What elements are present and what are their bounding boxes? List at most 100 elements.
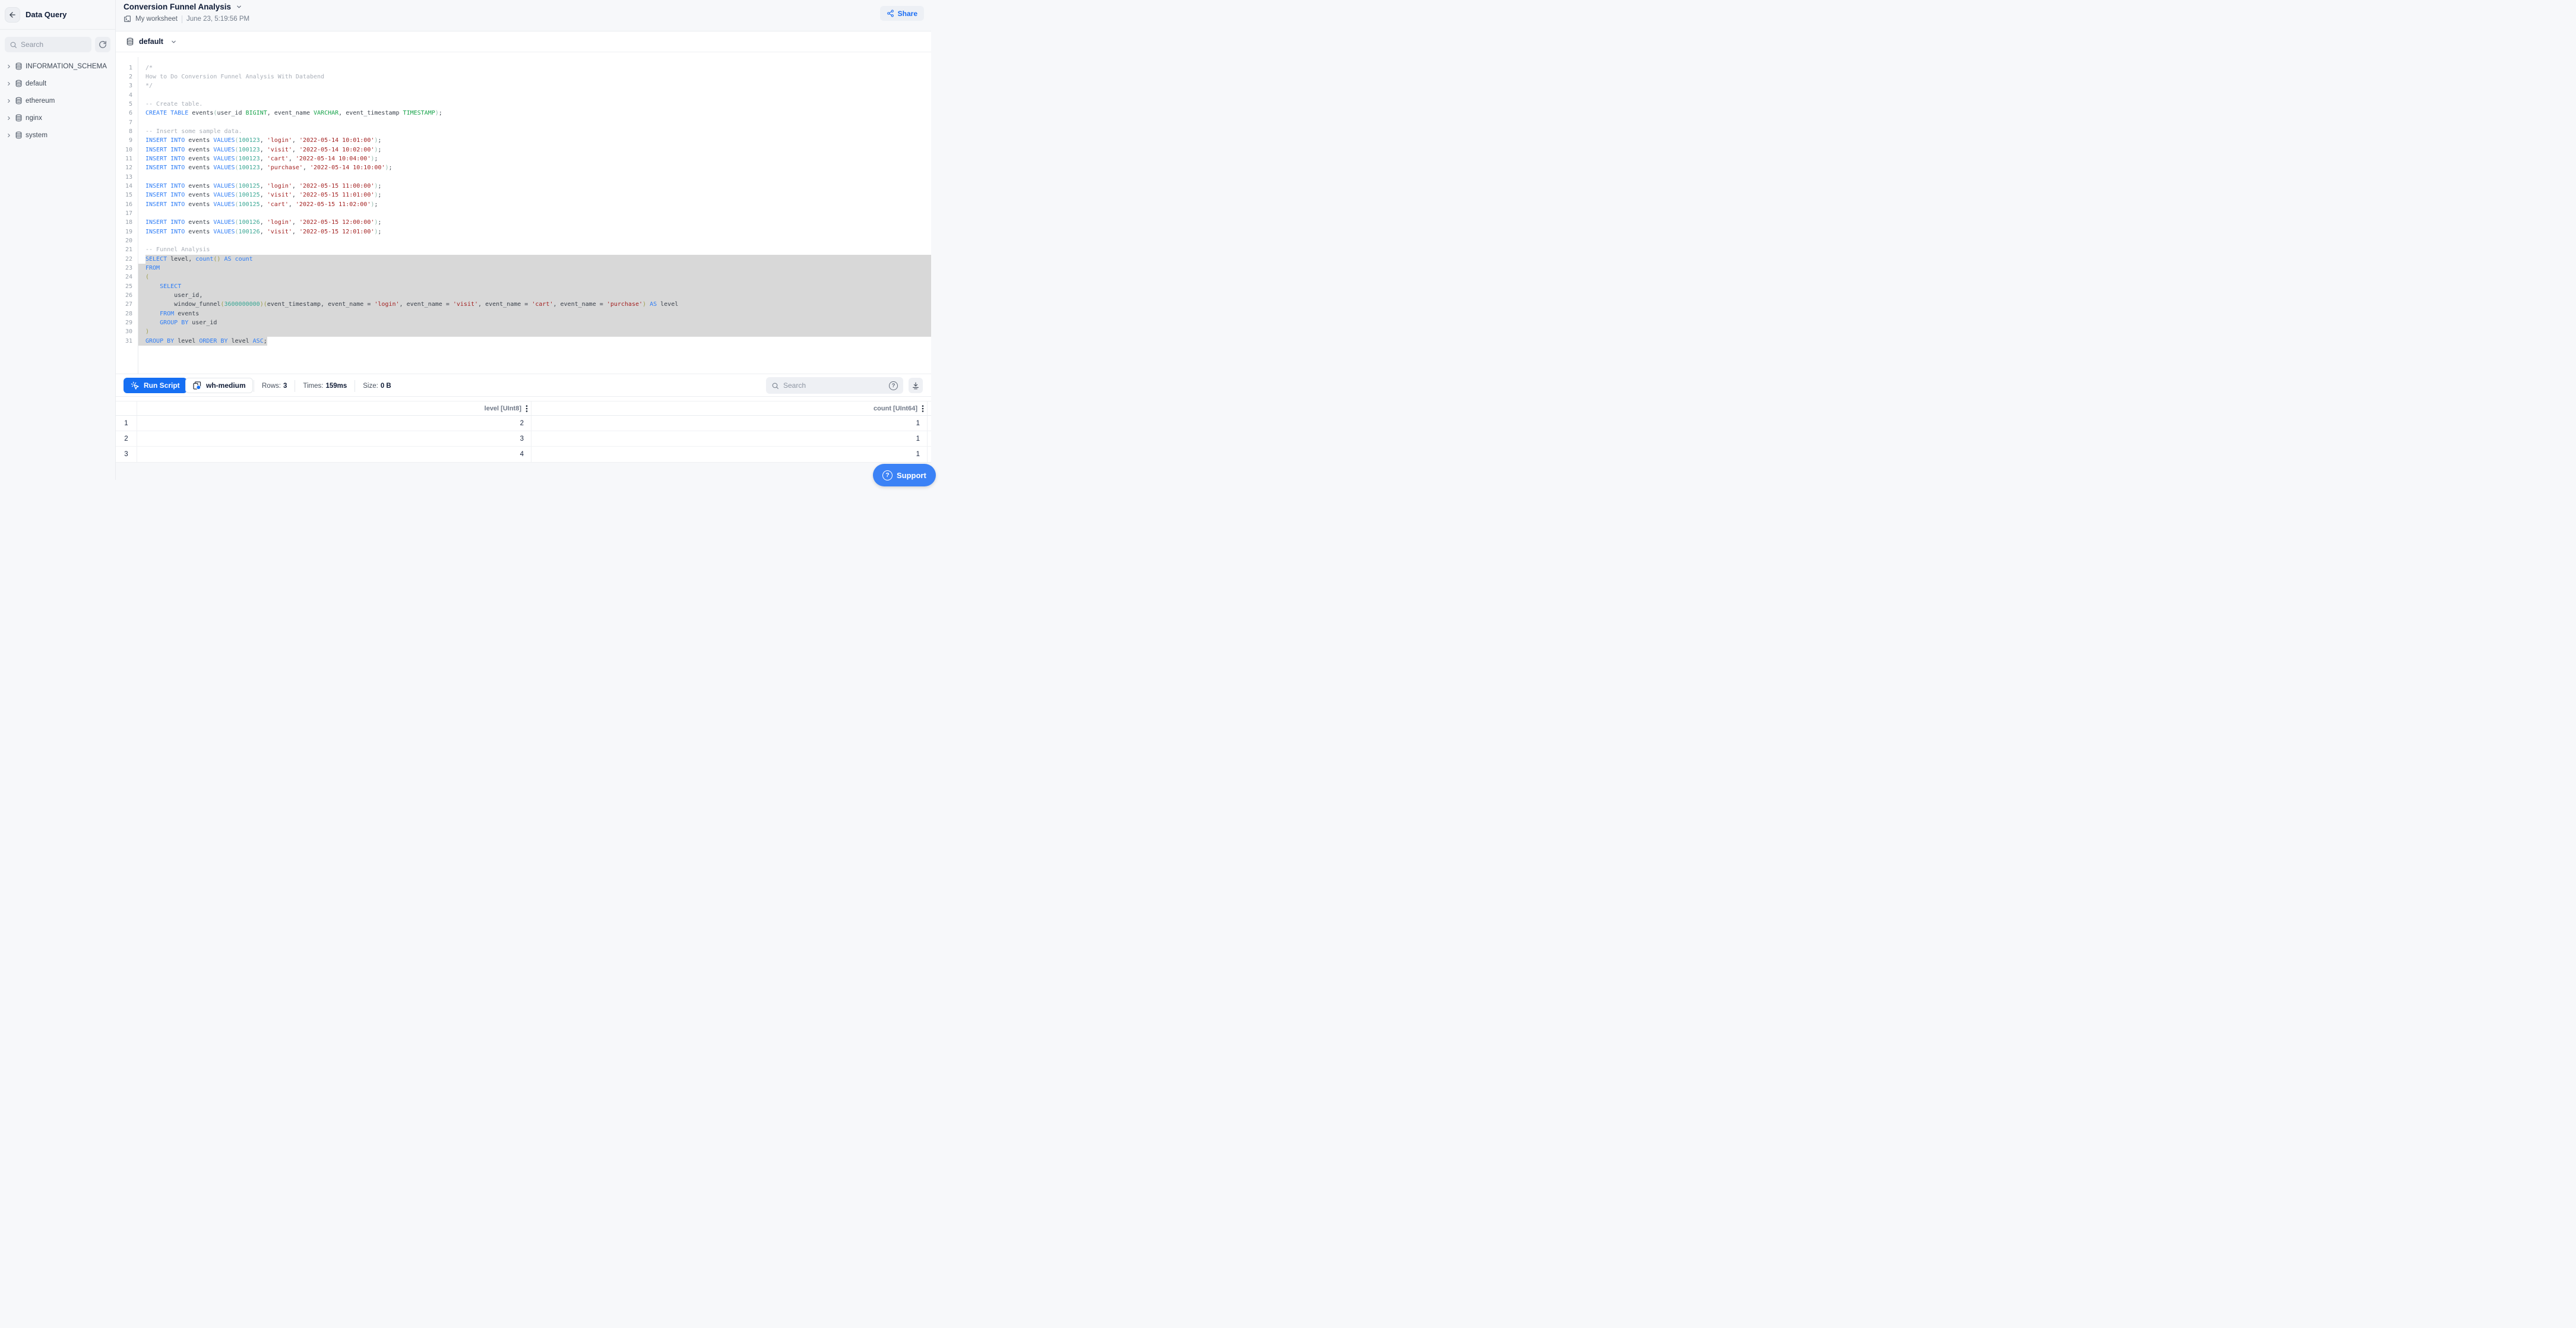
code-line-content: ( bbox=[138, 273, 931, 282]
share-button[interactable]: Share bbox=[880, 6, 924, 21]
refresh-icon bbox=[99, 40, 107, 49]
cell-count[interactable]: 1 bbox=[531, 447, 928, 462]
code-line[interactable]: 9INSERT INTO events VALUES(100123, 'logi… bbox=[116, 136, 931, 145]
sidebar-item-default[interactable]: default bbox=[0, 75, 115, 92]
code-line[interactable]: 2How to Do Conversion Funnel Analysis Wi… bbox=[116, 72, 931, 81]
code-text: -- Funnel Analysis bbox=[145, 245, 210, 254]
line-number: 15 bbox=[116, 191, 138, 200]
index-column-header bbox=[116, 401, 137, 415]
stat-times-value: 159ms bbox=[325, 382, 347, 390]
code-line[interactable]: 20 bbox=[116, 236, 931, 245]
sidebar-search-input[interactable] bbox=[21, 40, 87, 49]
line-number: 24 bbox=[116, 273, 138, 282]
chevron-down-icon[interactable] bbox=[236, 4, 242, 10]
code-line[interactable]: 1/* bbox=[116, 64, 931, 72]
sql-editor[interactable]: 1/*2How to Do Conversion Funnel Analysis… bbox=[116, 57, 931, 374]
warehouse-selector[interactable]: wh-medium bbox=[185, 378, 253, 393]
code-line[interactable]: 27 window_funnel(3600000000)(event_times… bbox=[116, 300, 931, 309]
line-number: 9 bbox=[116, 136, 138, 145]
cell-level[interactable]: 3 bbox=[137, 431, 531, 446]
database-selector[interactable]: default bbox=[116, 31, 931, 52]
sidebar-search[interactable] bbox=[5, 37, 91, 52]
code-text: GROUP BY user_id bbox=[145, 318, 217, 327]
sidebar-item-nginx[interactable]: nginx bbox=[0, 109, 115, 127]
code-line[interactable]: 7 bbox=[116, 118, 931, 127]
code-line[interactable]: 5-- Create table. bbox=[116, 100, 931, 109]
run-script-button[interactable]: Run Script bbox=[124, 378, 187, 393]
code-line[interactable]: 26 user_id, bbox=[116, 291, 931, 300]
code-line[interactable]: 17 bbox=[116, 209, 931, 218]
cell-level[interactable]: 2 bbox=[137, 416, 531, 431]
code-line[interactable]: 29 GROUP BY user_id bbox=[116, 318, 931, 327]
help-icon[interactable]: ? bbox=[889, 381, 898, 390]
code-line-content: -- Funnel Analysis bbox=[138, 245, 931, 254]
code-line[interactable]: 13 bbox=[116, 173, 931, 182]
table-row[interactable]: 341 bbox=[116, 447, 931, 462]
code-line[interactable]: 11INSERT INTO events VALUES(100123, 'car… bbox=[116, 154, 931, 163]
code-text: INSERT INTO events VALUES(100126, 'visit… bbox=[145, 227, 381, 236]
kebab-menu-icon[interactable] bbox=[922, 404, 924, 413]
code-line[interactable]: 19 INSERT INTO events VALUES(100126, 'vis… bbox=[116, 227, 931, 236]
code-line[interactable]: 18INSERT INTO events VALUES(100126, 'log… bbox=[116, 218, 931, 227]
main-area: Conversion Funnel Analysis My worksheet … bbox=[116, 0, 931, 480]
code-line[interactable]: 8-- Insert some sample data. bbox=[116, 127, 931, 136]
code-text: -- Create table. bbox=[145, 100, 202, 109]
database-icon bbox=[126, 37, 134, 46]
chevron-right-icon bbox=[6, 81, 12, 87]
code-line[interactable]: 24( bbox=[116, 273, 931, 282]
column-header-level[interactable]: level [UInt8] bbox=[137, 401, 531, 415]
help-circle-icon: ? bbox=[882, 470, 893, 480]
code-line[interactable]: 16INSERT INTO events VALUES(100125, 'car… bbox=[116, 200, 931, 209]
line-number: 28 bbox=[116, 309, 138, 318]
cell-count[interactable]: 1 bbox=[531, 416, 928, 431]
code-line[interactable]: 28 FROM events bbox=[116, 309, 931, 318]
line-number: 19 bbox=[116, 227, 138, 236]
code-line-content: INSERT INTO events VALUES(100123, 'login… bbox=[138, 136, 931, 145]
database-icon bbox=[15, 131, 23, 139]
share-icon bbox=[887, 10, 894, 17]
code-text: INSERT INTO events VALUES(100125, 'visit… bbox=[145, 191, 381, 200]
column-header-count[interactable]: count [UInt64] bbox=[531, 401, 928, 415]
code-line[interactable]: 14INSERT INTO events VALUES(100125, 'log… bbox=[116, 182, 931, 191]
cell-level[interactable]: 4 bbox=[137, 447, 531, 462]
line-number: 4 bbox=[116, 91, 138, 100]
worksheet-title-row[interactable]: Conversion Funnel Analysis bbox=[124, 2, 242, 11]
sidebar-item-information_schema[interactable]: INFORMATION_SCHEMA bbox=[0, 58, 115, 75]
code-line[interactable]: 15 INSERT INTO events VALUES(100125, 'vis… bbox=[116, 191, 931, 200]
code-line[interactable]: 12INSERT INTO events VALUES(100123, 'pur… bbox=[116, 163, 931, 172]
share-label: Share bbox=[898, 10, 917, 18]
stat-rows-value: 3 bbox=[283, 382, 287, 390]
code-text: user_id, bbox=[145, 291, 202, 300]
sidebar-item-ethereum[interactable]: ethereum bbox=[0, 92, 115, 109]
sidebar-item-system[interactable]: system bbox=[0, 127, 115, 144]
code-line[interactable]: 23FROM bbox=[116, 264, 931, 273]
database-icon bbox=[15, 62, 23, 70]
results-search[interactable]: ? bbox=[766, 377, 903, 394]
editor-panel: default 1/*2How to Do Conversion Funnel … bbox=[116, 31, 931, 462]
code-line-content: user_id, bbox=[138, 291, 931, 300]
code-line[interactable]: 21-- Funnel Analysis bbox=[116, 245, 931, 254]
row-index: 3 bbox=[116, 447, 137, 462]
table-row[interactable]: 121 bbox=[116, 416, 931, 431]
database-icon bbox=[15, 80, 23, 87]
code-line[interactable]: 10INSERT INTO events VALUES(100123, 'vis… bbox=[116, 146, 931, 154]
download-button[interactable] bbox=[909, 378, 923, 393]
code-line[interactable]: 3*/ bbox=[116, 81, 931, 90]
refresh-button[interactable] bbox=[95, 37, 110, 52]
code-line[interactable]: 4 bbox=[116, 91, 931, 100]
warehouse-icon bbox=[192, 381, 202, 390]
code-text: How to Do Conversion Funnel Analysis Wit… bbox=[145, 72, 324, 81]
code-line[interactable]: 31GROUP BY level ORDER BY level ASC; bbox=[116, 337, 931, 346]
code-line[interactable]: 6CREATE TABLE events(user_id BIGINT, eve… bbox=[116, 109, 931, 118]
code-line[interactable]: 30) bbox=[116, 327, 931, 336]
support-button[interactable]: ? Support bbox=[873, 464, 936, 486]
cell-count[interactable]: 1 bbox=[531, 431, 928, 446]
results-search-input[interactable] bbox=[783, 381, 885, 390]
code-line[interactable]: 25 SELECT bbox=[116, 282, 931, 291]
code-text: CREATE TABLE events(user_id BIGINT, even… bbox=[145, 109, 442, 118]
code-line-content: CREATE TABLE events(user_id BIGINT, even… bbox=[138, 109, 931, 118]
back-button[interactable] bbox=[5, 7, 20, 23]
table-row[interactable]: 231 bbox=[116, 431, 931, 447]
kebab-menu-icon[interactable] bbox=[526, 404, 528, 413]
code-line[interactable]: 22SELECT level, count() AS count bbox=[116, 255, 931, 264]
